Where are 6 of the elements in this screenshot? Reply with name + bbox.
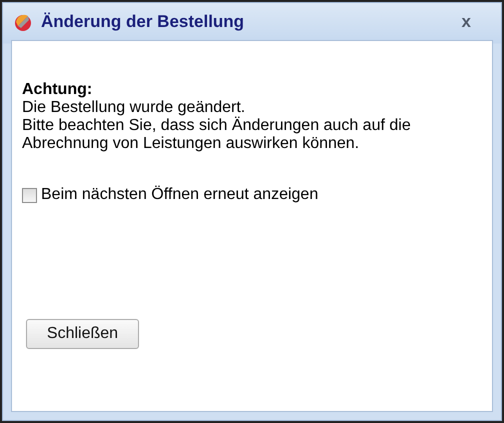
- close-dialog-button[interactable]: Schließen: [26, 319, 139, 349]
- checkbox-label[interactable]: Beim nächsten Öffnen erneut anzeigen: [41, 186, 318, 204]
- warning-message: Achtung: Die Bestellung wurde geändert. Bitte beachten Sie, dass sich Änderungen auch auf die Abrechnung von Leistungen auswirken können.: [22, 81, 412, 153]
- close-button[interactable]: x: [462, 13, 491, 30]
- checkbox[interactable]: [22, 188, 37, 202]
- window-title: Änderung der Bestellung: [41, 12, 246, 32]
